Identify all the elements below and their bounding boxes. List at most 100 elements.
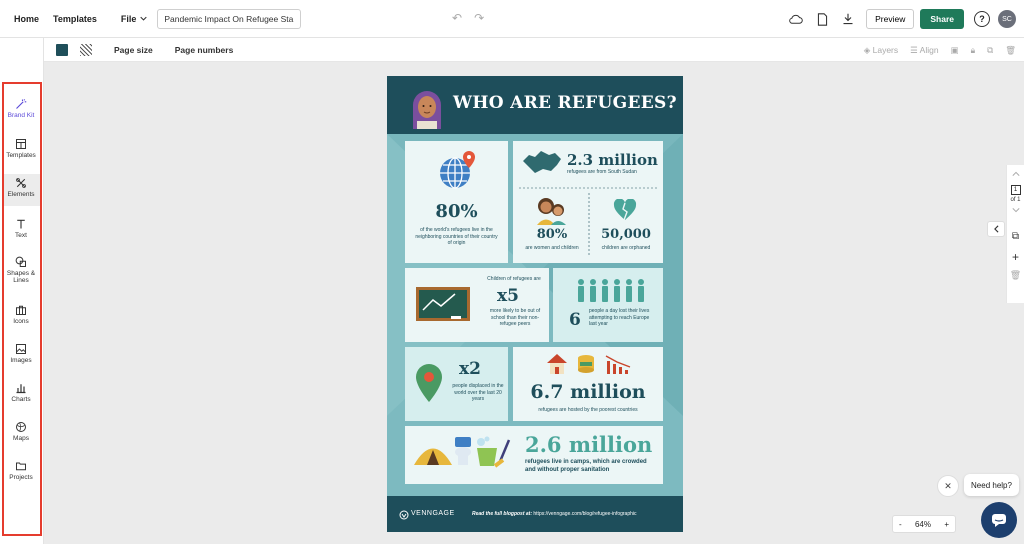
- undo-redo-group: ↶ ↷: [452, 11, 484, 25]
- download-icon[interactable]: [840, 11, 856, 27]
- file-menu[interactable]: File: [121, 14, 148, 24]
- zoom-control: - 64% +: [892, 515, 956, 533]
- chalkboard-icon: [416, 287, 470, 321]
- stat-80-women: 80%: [536, 227, 568, 242]
- infographic-footer: VENNGAGE Read the full blogpost at: http…: [387, 496, 683, 532]
- broken-heart-icon: [613, 199, 637, 221]
- page-rail: 1 of 1 ⧉ + 🗑︎: [1006, 165, 1024, 303]
- chevron-down-icon[interactable]: [1011, 207, 1020, 213]
- house-icon: [547, 354, 567, 374]
- location-pin-icon: [416, 364, 442, 402]
- cloud-sync-icon[interactable]: [788, 11, 804, 27]
- zoom-value[interactable]: 64%: [915, 520, 931, 529]
- zoom-in-button[interactable]: +: [944, 520, 949, 529]
- redo-icon[interactable]: ↷: [474, 11, 484, 25]
- copy-page-icon[interactable]: ⧉: [1012, 231, 1019, 242]
- top-bar-right: Preview Share ? SC: [788, 0, 1024, 38]
- card-children-school: Children of refugees are x5 more likely …: [405, 268, 549, 342]
- card-poorest-countries: 6.7 million refugees are hosted by the p…: [513, 347, 663, 421]
- stat-x2-desc: people displaced in the world over the l…: [452, 383, 504, 402]
- chat-icon: [992, 514, 1006, 527]
- layers-button[interactable]: ◈ Layers: [864, 45, 898, 56]
- help-icon[interactable]: ?: [974, 11, 990, 27]
- venngage-logo-text: VENNGAGE: [411, 510, 455, 517]
- card-south-sudan: 2.3 million refugees are from South Suda…: [513, 141, 663, 263]
- tent-icon: [414, 448, 452, 465]
- chat-button[interactable]: [981, 502, 1017, 538]
- sidebar-highlight-frame: [2, 82, 42, 536]
- stat-80-percent: 80%: [435, 201, 478, 222]
- footer-url[interactable]: https://venngage.com/blog/refugee-infogr…: [533, 511, 636, 517]
- stat-50000: 50,000: [601, 227, 651, 242]
- globe-pin-icon: [440, 151, 475, 189]
- stat-6-7-million-desc: refugees are hosted by the poorest count…: [538, 407, 638, 413]
- chevron-down-icon: [140, 16, 148, 21]
- cleaning-bucket-icon: [477, 436, 511, 468]
- page-size-button[interactable]: Page size: [114, 45, 153, 55]
- stat-2-6-million: 2.6 million: [525, 432, 653, 457]
- children-intro-text: Children of refugees are: [487, 276, 541, 282]
- stat-6: 6: [569, 310, 581, 330]
- card-displaced: x2 people displaced in the world over th…: [405, 347, 508, 421]
- home-link[interactable]: Home: [14, 14, 39, 24]
- templates-link[interactable]: Templates: [53, 14, 97, 24]
- lock-icon[interactable]: 🔒︎: [971, 45, 976, 56]
- stat-2-3-million: 2.3 million: [567, 151, 658, 169]
- duplicate-icon[interactable]: ⧉: [987, 45, 993, 56]
- left-sidebar: Brand Kit Templates Elements Text Shapes…: [0, 38, 44, 544]
- card-neighboring-countries: 80% of the world's refugees live in the …: [405, 141, 508, 263]
- need-help-bubble[interactable]: Need help?: [964, 474, 1019, 496]
- card-lost-lives: 6 people a day lost their lives attempti…: [553, 268, 663, 342]
- stat-6-desc: people a day lost their lives attempting…: [589, 308, 650, 327]
- stat-6-7-million: 6.7 million: [530, 381, 646, 403]
- infographic-canvas[interactable]: WHO ARE REFUGEES? 80% of the world's ref…: [387, 76, 683, 532]
- top-bar: Home Templates File ↶ ↷ Preview Share ? …: [0, 0, 1024, 38]
- align-icon: ☰: [910, 44, 918, 55]
- people-row-icon: [578, 279, 644, 302]
- stat-x5: x5: [497, 286, 519, 306]
- infographic-header: WHO ARE REFUGEES?: [387, 76, 683, 134]
- arrange-tools: ◈ Layers ☰ Align ▣ 🔒︎ ⧉ 🗑︎: [864, 38, 1016, 62]
- infographic-title: WHO ARE REFUGEES?: [453, 93, 677, 113]
- delete-page-icon[interactable]: 🗑︎: [1010, 270, 1021, 281]
- footer-text: Read the full blogpost at: https://venng…: [472, 511, 637, 517]
- stat-80-women-desc: are women and children: [525, 245, 579, 251]
- page-number-box[interactable]: 1: [1010, 185, 1021, 195]
- background-color-swatch[interactable]: [56, 43, 68, 56]
- layers-label: Layers: [872, 44, 899, 55]
- avatar[interactable]: SC: [998, 10, 1016, 28]
- texture-icon[interactable]: [80, 43, 92, 56]
- card-camps: 2.6 million refugees live in camps, whic…: [405, 426, 663, 484]
- trash-icon[interactable]: 🗑︎: [1005, 45, 1016, 56]
- venngage-logo-icon: [399, 510, 409, 520]
- woman-hijab-icon: [413, 91, 441, 129]
- footer-label: Read the full blogpost at:: [472, 511, 532, 517]
- declining-chart-icon: [605, 355, 631, 374]
- share-button[interactable]: Share: [920, 9, 964, 29]
- mother-child-icon: [537, 198, 566, 225]
- dashed-divider-vertical: [588, 193, 590, 257]
- file-label: File: [120, 13, 137, 24]
- chevron-up-icon[interactable]: [1011, 171, 1020, 177]
- preview-button[interactable]: Preview: [866, 9, 915, 29]
- document-title-input[interactable]: [157, 8, 302, 29]
- document-icon[interactable]: [814, 11, 830, 27]
- group-icon[interactable]: ▣: [951, 45, 959, 56]
- dashed-divider: [519, 187, 657, 189]
- stat-2-6-million-desc: refugees live in camps, which are crowde…: [525, 459, 647, 473]
- align-button[interactable]: ☰ Align: [910, 45, 938, 56]
- chevron-left-icon: [993, 225, 998, 233]
- stat-80-percent-desc: of the world's refugees live in the neig…: [415, 227, 498, 246]
- layers-icon: ◈: [863, 44, 871, 55]
- zoom-out-button[interactable]: -: [899, 520, 902, 529]
- align-label: Align: [919, 44, 939, 55]
- add-page-icon[interactable]: +: [1012, 250, 1019, 264]
- page-toolbar: Page size Page numbers ◈ Layers ☰ Align …: [44, 38, 1024, 62]
- undo-icon[interactable]: ↶: [452, 11, 462, 25]
- close-help-button[interactable]: ✕: [937, 475, 959, 497]
- stat-x5-desc: more likely to be out of school than the…: [489, 308, 541, 327]
- page-numbers-button[interactable]: Page numbers: [175, 45, 234, 55]
- stat-50000-desc: children are orphaned: [601, 245, 651, 251]
- collapse-panel-button[interactable]: [987, 221, 1005, 237]
- money-stack-icon: [578, 355, 594, 373]
